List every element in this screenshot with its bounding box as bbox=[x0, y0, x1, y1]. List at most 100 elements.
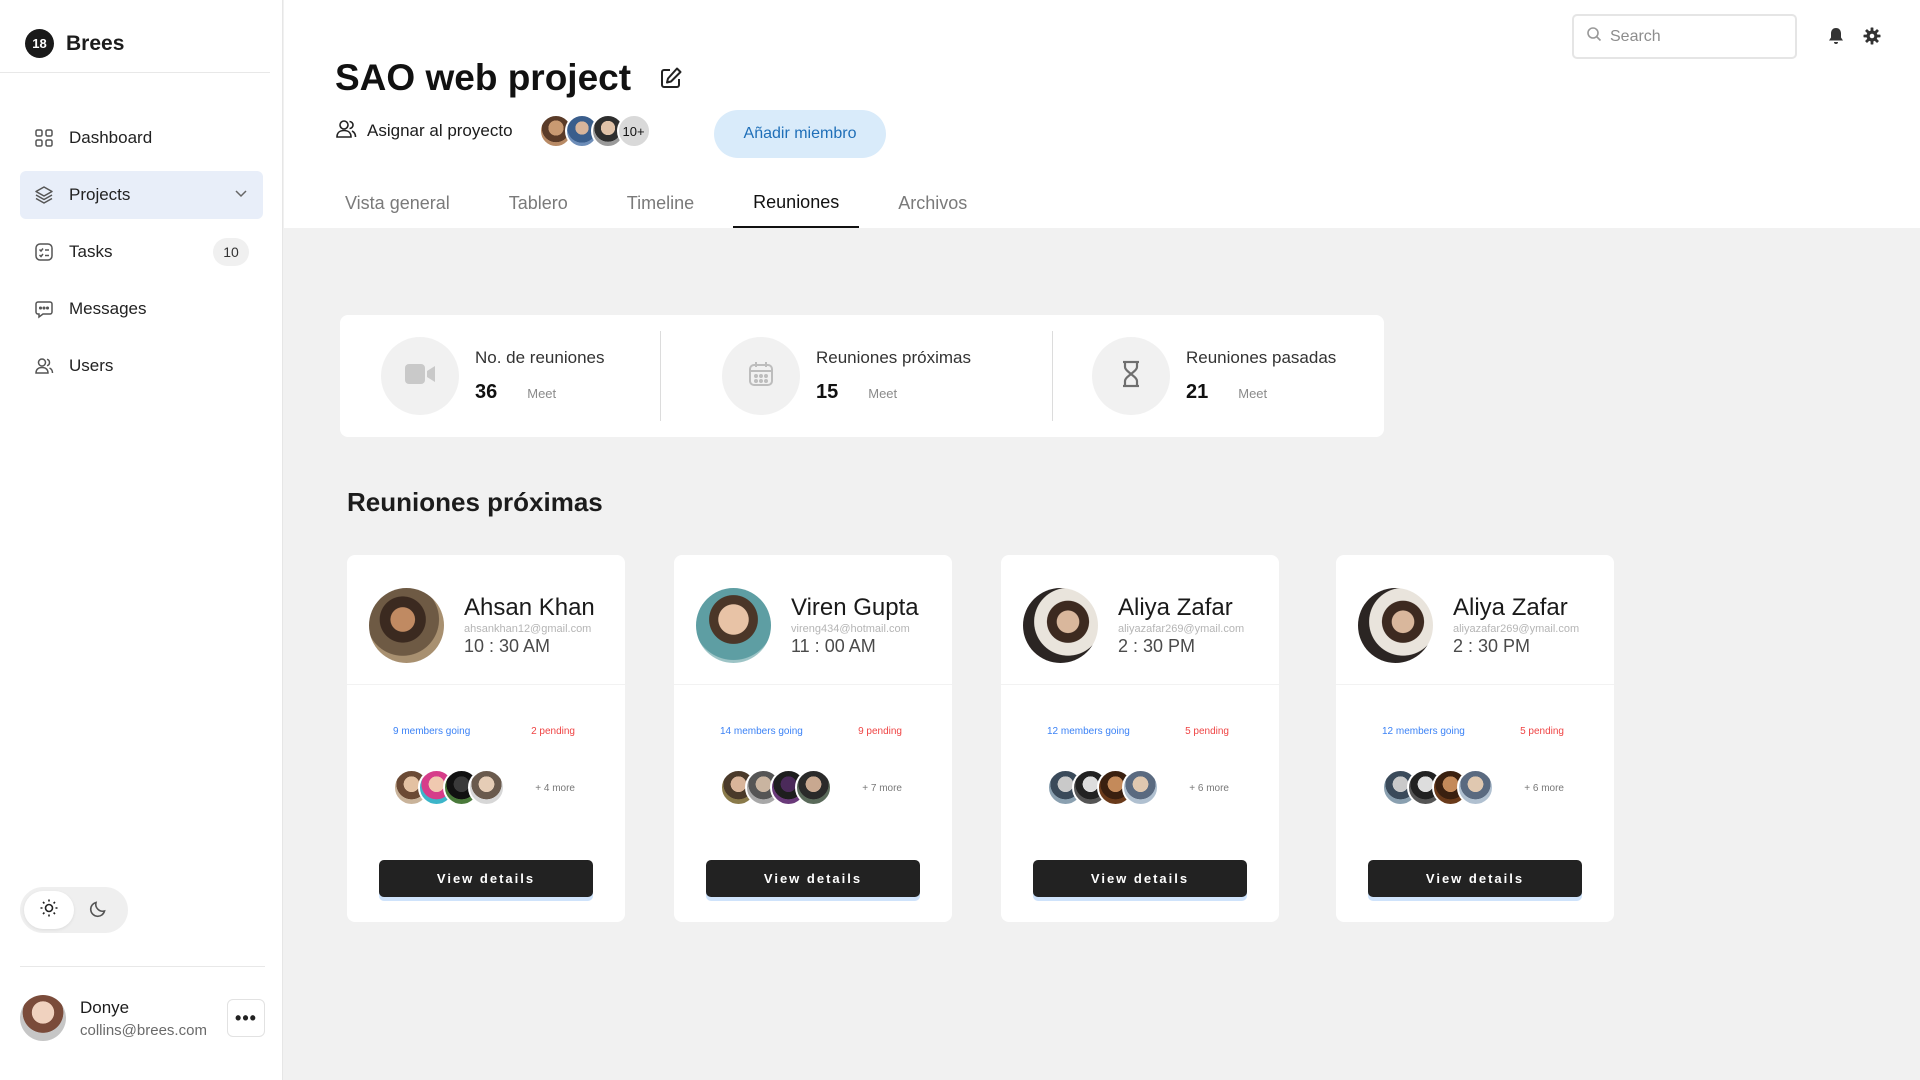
assign-label[interactable]: Asignar al proyecto bbox=[367, 121, 513, 141]
chevron-down-icon bbox=[233, 185, 249, 206]
host-name: Aliya Zafar bbox=[1118, 594, 1233, 621]
more-attendees: + 6 more bbox=[1524, 783, 1564, 794]
sidebar-item-label: Tasks bbox=[69, 242, 113, 261]
sidebar-item-label: Messages bbox=[69, 299, 147, 318]
hourglass-icon bbox=[1118, 359, 1144, 394]
page-title: SAO web project bbox=[335, 57, 683, 99]
members-going: 14 members going bbox=[720, 726, 803, 737]
attendee-avatars[interactable] bbox=[393, 769, 505, 806]
meeting-card: Aliya Zafar aliyazafar269@ymail.com 2 : … bbox=[1336, 555, 1614, 922]
stat-value: 21 bbox=[1186, 381, 1209, 403]
avatar bbox=[468, 769, 505, 806]
tab-board[interactable]: Tablero bbox=[489, 178, 588, 228]
host-name: Viren Gupta bbox=[791, 594, 919, 621]
bell-icon[interactable] bbox=[1826, 26, 1846, 46]
pending-count: 2 pending bbox=[531, 726, 575, 737]
project-header: Search SAO web project Asignar al proyec… bbox=[284, 0, 1920, 228]
stat-label: No. de reuniones bbox=[475, 348, 605, 367]
view-details-button[interactable]: View details bbox=[706, 860, 920, 897]
calendar-icon bbox=[746, 359, 776, 394]
layers-icon bbox=[34, 185, 54, 205]
meeting-stats: No. de reuniones 36 Meet Reuniones próxi… bbox=[340, 315, 1384, 437]
sidebar-item-dashboard[interactable]: Dashboard bbox=[20, 114, 263, 162]
host-email: aliyazafar269@ymail.com bbox=[1453, 623, 1580, 635]
brand[interactable]: 18 Brees bbox=[25, 29, 124, 58]
divider bbox=[1052, 331, 1053, 421]
sidebar-nav: Dashboard Projects Tasks 10 Messages Use… bbox=[20, 114, 263, 399]
user-profile: Donye collins@brees.com ••• bbox=[20, 995, 265, 1041]
sidebar-item-label: Dashboard bbox=[69, 128, 153, 147]
divider bbox=[1001, 684, 1279, 685]
divider bbox=[1336, 684, 1614, 685]
light-theme-option[interactable] bbox=[24, 891, 74, 929]
attendee-avatars[interactable] bbox=[1047, 769, 1159, 806]
sidebar-item-label: Users bbox=[69, 356, 114, 375]
tab-files[interactable]: Archivos bbox=[878, 178, 987, 228]
member-avatars[interactable]: 10+ bbox=[538, 114, 651, 148]
search-placeholder: Search bbox=[1610, 27, 1661, 45]
stat-label: Reuniones próximas bbox=[816, 348, 971, 367]
meeting-time: 11 : 00 AM bbox=[791, 636, 876, 656]
avatar bbox=[1358, 588, 1433, 663]
sidebar-item-users[interactable]: Users bbox=[20, 342, 263, 390]
more-options-button[interactable]: ••• bbox=[227, 999, 265, 1037]
members-going: 12 members going bbox=[1382, 726, 1465, 737]
meeting-time: 10 : 30 AM bbox=[464, 636, 551, 656]
meeting-time: 2 : 30 PM bbox=[1118, 636, 1196, 656]
tasks-icon bbox=[34, 242, 54, 262]
stat-label: Reuniones pasadas bbox=[1186, 348, 1337, 367]
avatar[interactable] bbox=[20, 995, 66, 1041]
avatar bbox=[369, 588, 444, 663]
avatar bbox=[696, 588, 771, 663]
meeting-card: Aliya Zafar aliyazafar269@ymail.com 2 : … bbox=[1001, 555, 1279, 922]
theme-toggle[interactable] bbox=[20, 887, 128, 933]
avatar bbox=[1023, 588, 1098, 663]
host-name: Ahsan Khan bbox=[464, 594, 595, 621]
host-email: ahsankhan12@gmail.com bbox=[464, 623, 592, 635]
pending-count: 9 pending bbox=[858, 726, 902, 737]
divider bbox=[0, 72, 270, 73]
avatar bbox=[1457, 769, 1494, 806]
tab-overview[interactable]: Vista general bbox=[325, 178, 470, 228]
stat-value: 15 bbox=[816, 381, 839, 403]
sun-icon bbox=[39, 898, 59, 923]
sidebar-item-tasks[interactable]: Tasks 10 bbox=[20, 228, 263, 276]
avatar bbox=[1122, 769, 1159, 806]
host-email: aliyazafar269@ymail.com bbox=[1118, 623, 1245, 635]
messages-icon bbox=[34, 299, 54, 319]
sidebar-item-label: Projects bbox=[69, 185, 131, 204]
dashboard-icon bbox=[34, 128, 54, 148]
view-details-button[interactable]: View details bbox=[1368, 860, 1582, 897]
sidebar-item-messages[interactable]: Messages bbox=[20, 285, 263, 333]
search-input[interactable]: Search bbox=[1572, 14, 1797, 59]
more-attendees: + 6 more bbox=[1189, 783, 1229, 794]
divider bbox=[20, 966, 265, 967]
attendee-avatars[interactable] bbox=[1382, 769, 1494, 806]
project-title-text: SAO web project bbox=[335, 57, 632, 98]
sidebar-item-projects[interactable]: Projects bbox=[20, 171, 263, 219]
meeting-card: Viren Gupta vireng434@hotmail.com 11 : 0… bbox=[674, 555, 952, 922]
tab-timeline[interactable]: Timeline bbox=[607, 178, 714, 228]
users-icon bbox=[335, 118, 357, 145]
members-going: 12 members going bbox=[1047, 726, 1130, 737]
view-details-button[interactable]: View details bbox=[379, 860, 593, 897]
avatar bbox=[795, 769, 832, 806]
pending-count: 5 pending bbox=[1520, 726, 1564, 737]
attendee-avatars[interactable] bbox=[720, 769, 832, 806]
gear-icon[interactable] bbox=[1862, 26, 1882, 46]
user-name: Donye bbox=[80, 997, 130, 1017]
meeting-card: Ahsan Khan ahsankhan12@gmail.com 10 : 30… bbox=[347, 555, 625, 922]
members-going: 9 members going bbox=[393, 726, 471, 737]
stat-upcoming-meetings: Reuniones próximas 15 Meet bbox=[722, 337, 971, 415]
stat-value: 36 bbox=[475, 381, 498, 403]
sidebar: 18 Brees Dashboard Projects Tasks 10 Mes… bbox=[0, 0, 283, 1080]
add-member-button[interactable]: Añadir miembro bbox=[714, 110, 886, 158]
assign-to-project: Asignar al proyecto 10+ bbox=[335, 114, 651, 148]
edit-icon[interactable] bbox=[659, 57, 683, 99]
stat-past-meetings: Reuniones pasadas 21 Meet bbox=[1092, 337, 1336, 415]
video-icon bbox=[403, 361, 437, 392]
section-title: Reuniones próximas bbox=[347, 487, 603, 517]
dark-theme-option[interactable] bbox=[74, 891, 124, 929]
tab-meetings[interactable]: Reuniones bbox=[733, 178, 860, 228]
view-details-button[interactable]: View details bbox=[1033, 860, 1247, 897]
